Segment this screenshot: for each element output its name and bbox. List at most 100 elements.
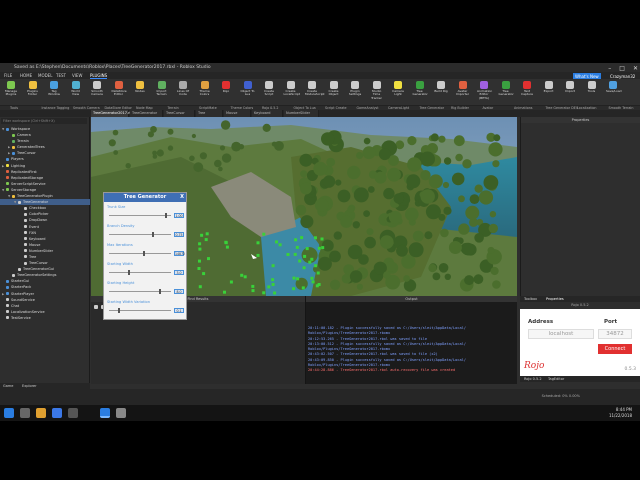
slider-track[interactable] [109, 253, 171, 254]
document-tab[interactable]: TreeGenerator [130, 110, 163, 117]
menu-model[interactable]: MODEL [38, 73, 52, 78]
ribbon-button-save-load[interactable]: Save/Load [606, 81, 622, 101]
ribbon-button-label: Rojo [222, 89, 230, 93]
slider-value-input[interactable]: 0.1 [174, 308, 184, 313]
ribbon-button-build-rig[interactable]: Build Rig [434, 81, 448, 101]
slider-track[interactable] [109, 234, 171, 235]
ribbon-button-theme-colors[interactable]: Theme Colors [198, 81, 212, 101]
tree-foliage [380, 235, 394, 249]
ribbon-button-datastore-editor[interactable]: DataStore Editor [112, 81, 127, 101]
explorer-node[interactable]: TestService [0, 315, 90, 321]
document-tab[interactable]: TreeGenerator2017.rbxl [91, 110, 135, 117]
menu-home[interactable]: HOME [20, 73, 32, 78]
document-tab[interactable]: Tree [196, 110, 223, 117]
tree-foliage [489, 211, 497, 218]
tree-foliage [314, 198, 329, 212]
bulb-icon [394, 81, 402, 89]
document-tab[interactable]: TreeCursor [164, 110, 195, 117]
chrome-icon[interactable] [36, 408, 46, 418]
explorer-filter-input[interactable]: Filter workspace (Ctrl+Shift+X) [1, 118, 87, 124]
ribbon-button-import[interactable]: Import [563, 81, 577, 101]
slider-handle[interactable] [143, 251, 146, 256]
explorer-node-label: ServerStorage [11, 187, 37, 192]
tab-rojo[interactable]: Rojo 0.5.2 [524, 376, 542, 382]
ribbon-button-tree-generator[interactable]: Tree Generator [499, 81, 514, 101]
slider-handle[interactable] [164, 213, 167, 218]
tree-foliage [125, 163, 131, 169]
ribbon-button-plugin-settings[interactable]: Plugin Settings [348, 81, 362, 101]
tree-marker [321, 246, 325, 250]
slider-value-input[interactable]: 14872 [174, 251, 185, 256]
ribbon-button-studio-time-tracker[interactable]: Studio Time Tracker [370, 81, 384, 101]
slider-handle[interactable] [127, 270, 130, 275]
ribbon-button-tag-window[interactable]: Tag Window [47, 81, 61, 101]
windows-start-icon[interactable] [4, 408, 14, 418]
tree-foliage [428, 264, 437, 273]
tree-foliage [363, 210, 370, 217]
ribbon-button-lines-of-code[interactable]: Lines Of Code [176, 81, 190, 101]
ribbon-button-create-object[interactable]: Create Object [327, 81, 341, 101]
tree-marker [240, 273, 244, 277]
ribbon-button-tree-generator[interactable]: Tree Generator [413, 81, 428, 101]
find-icon[interactable] [94, 305, 98, 309]
slider-value-input[interactable]: 1.00 [174, 213, 184, 218]
roblox-studio-icon[interactable] [100, 408, 110, 418]
tab-tageditor[interactable]: TagEditor [548, 376, 564, 382]
ribbon-button-create-modulescript[interactable]: Create ModuleScript [305, 81, 325, 101]
ribbon-button-smooth-camera[interactable]: Smooth Camera [90, 81, 104, 101]
slider-value-input[interactable]: 0.75 [174, 232, 184, 237]
slider-track[interactable] [109, 272, 171, 273]
document-tab[interactable]: Keyboard [252, 110, 283, 117]
address-input[interactable]: localhost [528, 329, 594, 339]
ribbon-button-create-script[interactable]: Create Script [262, 81, 276, 101]
tree-marker [205, 232, 209, 236]
slider-value-input[interactable]: 8.0 [174, 289, 184, 294]
slider-track[interactable] [109, 291, 171, 292]
connect-button[interactable]: Connect [598, 344, 632, 354]
ribbon-button-export[interactable]: Export [542, 81, 556, 101]
explorer-icon[interactable] [20, 408, 30, 418]
close-icon[interactable]: X [180, 193, 184, 202]
document-tab[interactable]: Mouse [224, 110, 251, 117]
rojo-panel: Toolbox Properties Rojo 0.5.2 Address Po… [520, 296, 640, 384]
ribbon-button-tools[interactable]: Tools [585, 81, 599, 101]
tree-generator-header[interactable]: Tree Generator X [104, 193, 186, 202]
slider-value-input[interactable]: 3.0 [174, 270, 184, 275]
tree-foliage [440, 228, 449, 238]
tree-marker [303, 254, 307, 258]
slider-handle[interactable] [118, 308, 121, 313]
settings-icon[interactable] [116, 408, 126, 418]
menu-view[interactable]: VIEW [72, 73, 82, 78]
ribbon-button-world-view[interactable]: World View [69, 81, 83, 101]
tree-marker [310, 276, 314, 280]
tree-foliage [432, 272, 441, 281]
app-icon[interactable] [68, 408, 78, 418]
instance-icon [18, 200, 21, 204]
ribbon-button-plugins-folder[interactable]: Plugins Folder [26, 81, 40, 101]
ribbon-button-animation-editor-beta-[interactable]: Animation Editor (BETA) [477, 81, 493, 101]
tree-marker [198, 242, 202, 246]
document-tab[interactable]: NumberSlider [284, 110, 319, 117]
menu-file[interactable]: FILE [4, 73, 12, 78]
ribbon-button-text-capture[interactable]: Text Capture [520, 81, 534, 101]
instance-icon [24, 255, 27, 259]
slider-track[interactable] [109, 215, 171, 216]
port-input[interactable]: 34872 [598, 329, 632, 339]
ribbon-button-object-to-lua[interactable]: Object To Lua [241, 81, 255, 101]
ribbon-button-rojo[interactable]: Rojo [219, 81, 233, 101]
ribbon-button-avatar-importer[interactable]: Avatar Importer [456, 81, 470, 101]
tab-properties[interactable]: Properties [546, 296, 564, 302]
menu-test[interactable]: TEST [56, 73, 66, 78]
ribbon-button-manage-plugins[interactable]: Manage Plugins [4, 81, 18, 101]
ribbon-button-create-localscript[interactable]: Create LocalScript [284, 81, 300, 101]
slider-handle[interactable] [152, 232, 155, 237]
ribbon-button-camera-light[interactable]: Camera Light [391, 81, 405, 101]
ribbon-button-label: Animation Editor (BETA) [477, 89, 493, 100]
tree-foliage [407, 136, 417, 146]
vscode-icon[interactable] [52, 408, 62, 418]
tree-foliage [430, 133, 439, 142]
ribbon-button-import-terrain[interactable]: Import Terrain [155, 81, 169, 101]
slider-handle[interactable] [158, 289, 161, 294]
ribbon-button-nodes[interactable]: Nodes [133, 81, 147, 101]
tab-toolbox[interactable]: Toolbox [524, 296, 537, 302]
